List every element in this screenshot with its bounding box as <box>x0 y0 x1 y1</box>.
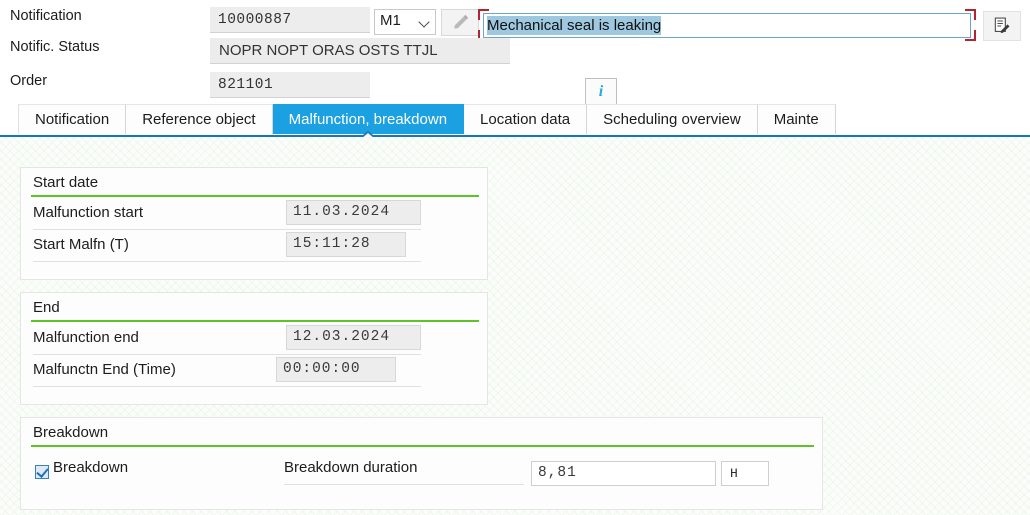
malfunction-end-time-value[interactable]: 00:00:00 <box>276 357 396 382</box>
end-panel: End Malfunction end 12.03.2024 Malfunctn… <box>20 292 488 405</box>
notification-status-label: Notific. Status <box>10 39 100 55</box>
tab-notification[interactable]: Notification <box>18 104 127 134</box>
breakdown-panel: Breakdown Breakdown Breakdown duration 8… <box>20 417 823 510</box>
row-divider <box>33 354 421 355</box>
malfunction-start-label: Malfunction start <box>33 204 144 221</box>
malfunction-end-value[interactable]: 12.03.2024 <box>286 325 421 350</box>
breakdown-panel-rule <box>31 445 814 447</box>
notification-edit-button[interactable] <box>441 9 479 36</box>
breakdown-panel-title: Breakdown <box>33 424 109 441</box>
row-divider <box>33 261 421 262</box>
start-date-panel: Start date Malfunction start 11.03.2024 … <box>20 167 488 280</box>
description-input[interactable]: Mechanical seal is leaking <box>483 13 971 38</box>
tab-bar: Notification Reference object Malfunctio… <box>0 104 1030 139</box>
notification-header-form: Notification 10000887 M1 Mechanical seal… <box>0 0 1030 169</box>
malfunction-end-label: Malfunction end <box>33 329 139 346</box>
notification-label: Notification <box>10 8 82 24</box>
breakdown-duration-unit[interactable]: H <box>721 461 769 486</box>
order-label: Order <box>10 73 48 89</box>
notification-type-dropdown[interactable]: M1 <box>374 9 436 35</box>
order-number-field[interactable]: 821101 <box>210 72 370 98</box>
notification-status-value: NOPR NOPT ORAS OSTS TTJL <box>210 38 510 64</box>
malfunction-end-time-label: Malfunctn End (Time) <box>33 361 176 378</box>
pencil-icon <box>453 14 468 29</box>
end-panel-title: End <box>33 299 60 316</box>
start-date-panel-rule <box>31 195 479 197</box>
end-panel-rule <box>31 320 479 322</box>
start-date-panel-title: Start date <box>33 174 99 191</box>
notification-type-value: M1 <box>380 12 401 29</box>
tab-strip: Notification Reference object Malfunctio… <box>18 104 836 134</box>
tab-maintenance[interactable]: Mainte <box>757 104 836 134</box>
notification-row: Notification 10000887 M1 Mechanical seal… <box>0 5 1030 41</box>
row-divider <box>33 229 421 230</box>
tab-scheduling-overview[interactable]: Scheduling overview <box>587 104 758 134</box>
chevron-down-icon <box>420 18 429 27</box>
notification-status-row: Notific. Status NOPR NOPT ORAS OSTS TTJL… <box>0 36 1030 105</box>
start-malfn-time-value[interactable]: 15:11:28 <box>286 232 406 257</box>
notification-number-field[interactable]: 10000887 <box>210 7 370 33</box>
breakdown-duration-value[interactable]: 8,81 <box>531 461 716 486</box>
description-selected-text: Mechanical seal is leaking <box>487 16 662 35</box>
breakdown-duration-label: Breakdown duration <box>284 459 418 476</box>
check-icon <box>36 465 49 478</box>
document-edit-icon <box>994 17 1010 34</box>
order-row: Order 821101 <box>0 70 1030 169</box>
malfunction-breakdown-content: Start date Malfunction start 11.03.2024 … <box>0 137 1030 515</box>
tab-location-data[interactable]: Location data <box>464 104 588 134</box>
breakdown-checkbox-label[interactable]: Breakdown <box>53 459 128 476</box>
malfunction-start-value[interactable]: 11.03.2024 <box>286 200 421 225</box>
tab-malfunction-breakdown[interactable]: Malfunction, breakdown <box>272 104 465 134</box>
start-malfn-time-label: Start Malfn (T) <box>33 236 129 253</box>
row-divider <box>284 484 524 485</box>
row-divider <box>33 386 421 387</box>
tab-reference-object[interactable]: Reference object <box>126 104 273 134</box>
breakdown-checkbox[interactable] <box>35 465 49 479</box>
